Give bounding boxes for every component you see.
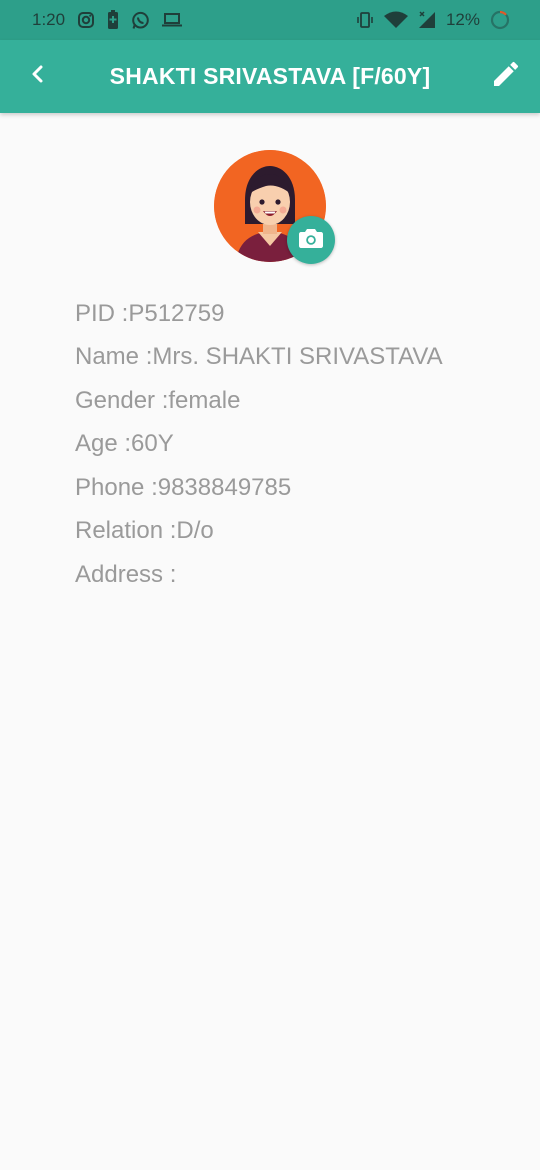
phone-row: Phone :9838849785 <box>75 466 443 510</box>
age-label: Age : <box>75 430 132 458</box>
address-row: Address : <box>75 553 443 597</box>
name-label: Name : <box>75 343 153 371</box>
battery-percent: 12% <box>445 10 480 29</box>
wifi-icon <box>383 11 408 29</box>
battery-saver-icon <box>107 10 119 30</box>
profile-avatar-section <box>214 150 336 266</box>
relation-row: Relation : D/o <box>75 510 443 554</box>
pencil-icon <box>490 58 522 95</box>
gender-value: female <box>168 386 241 414</box>
relation-label: Relation : <box>75 517 177 545</box>
status-bar: 1:20 12% <box>0 0 540 40</box>
name-value: Mrs. SHAKTI SRIVASTAVA <box>152 343 443 371</box>
app-bar: SHAKTI SRIVASTAVA [F/60Y] <box>0 40 540 113</box>
chevron-left-icon <box>28 64 48 89</box>
page-title: SHAKTI SRIVASTAVA [F/60Y] <box>109 63 431 89</box>
signal-icon <box>418 11 436 29</box>
whatsapp-icon <box>131 11 150 30</box>
pid-value: P512759 <box>128 299 225 327</box>
camera-icon <box>298 226 324 255</box>
change-photo-button[interactable] <box>287 216 335 264</box>
relation-value: D/o <box>176 517 214 545</box>
laptop-icon <box>162 12 183 28</box>
phone-label: Phone : <box>75 473 158 501</box>
vibrate-icon <box>356 11 374 29</box>
back-button[interactable] <box>20 58 56 94</box>
age-value: 60Y <box>131 430 174 458</box>
name-row: Name : Mrs. SHAKTI SRIVASTAVA <box>75 336 443 380</box>
status-time: 1:20 <box>32 10 66 29</box>
age-row: Age :60Y <box>75 423 443 467</box>
instagram-icon <box>77 11 95 29</box>
battery-ring-icon <box>490 10 510 30</box>
gender-label: Gender : <box>75 386 169 414</box>
edit-button[interactable] <box>486 56 526 96</box>
patient-details: PID : P512759 Name : Mrs. SHAKTI SRIVASTAV… <box>75 292 443 597</box>
gender-row: Gender : female <box>75 379 443 423</box>
phone-value: 9838849785 <box>157 473 292 501</box>
address-label: Address : <box>75 560 177 588</box>
pid-label: PID : <box>75 299 129 327</box>
pid-row: PID : P512759 <box>75 292 443 336</box>
